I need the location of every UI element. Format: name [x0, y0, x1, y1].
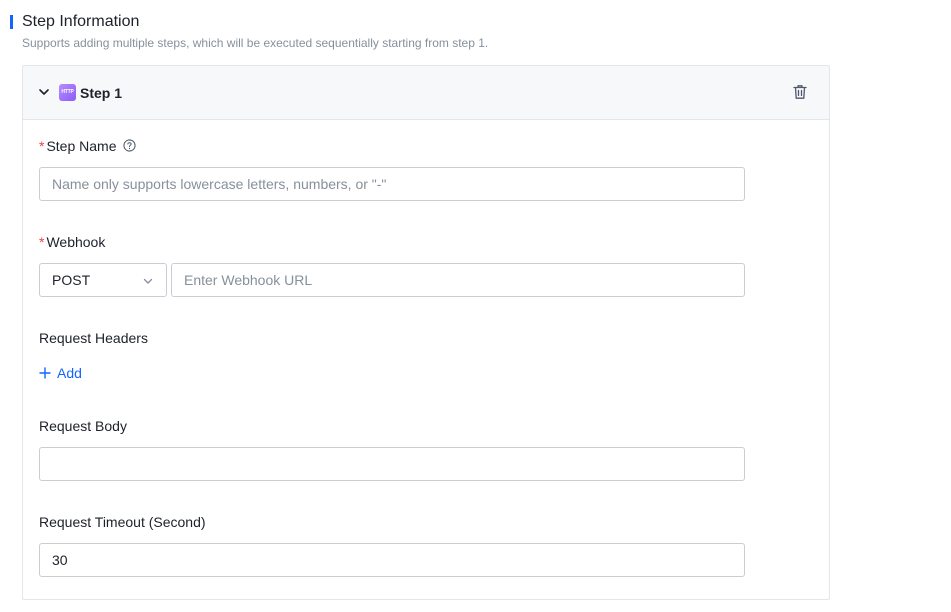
step-title: Step 1 [80, 85, 123, 101]
plus-icon [39, 367, 51, 379]
chevron-down-icon[interactable] [37, 85, 51, 99]
section-accent-bar [10, 15, 13, 29]
method-value: POST [52, 272, 91, 288]
required-mark: * [39, 234, 45, 250]
question-circle-icon[interactable] [122, 139, 136, 152]
trash-icon[interactable] [791, 83, 809, 101]
request-timeout-label: Request Timeout (Second) [39, 514, 206, 530]
section-title: Step Information [22, 13, 140, 30]
required-mark: * [39, 138, 45, 154]
http-badge-icon: HTTP [59, 84, 76, 101]
request-body-input[interactable] [39, 447, 745, 481]
step-name-label: * Step Name [39, 137, 136, 155]
chevron-down-icon [143, 278, 153, 284]
add-header-button[interactable]: Add [39, 364, 82, 382]
request-body-label: Request Body [39, 418, 127, 434]
add-header-label: Add [57, 365, 82, 381]
section-description: Supports adding multiple steps, which wi… [22, 36, 489, 50]
webhook-label: * Webhook [39, 233, 105, 251]
request-headers-label: Request Headers [39, 330, 148, 346]
request-timeout-input[interactable] [39, 543, 745, 577]
step-header[interactable]: HTTP Step 1 [23, 66, 829, 120]
step-name-label-text: Step Name [46, 138, 117, 154]
method-select[interactable]: POST [39, 263, 167, 297]
step-card: HTTP Step 1 *Step Name *Webhook POST Req… [22, 65, 830, 600]
webhook-label-text: Webhook [46, 234, 106, 250]
webhook-url-input[interactable] [171, 263, 745, 297]
step-name-input[interactable] [39, 167, 745, 201]
